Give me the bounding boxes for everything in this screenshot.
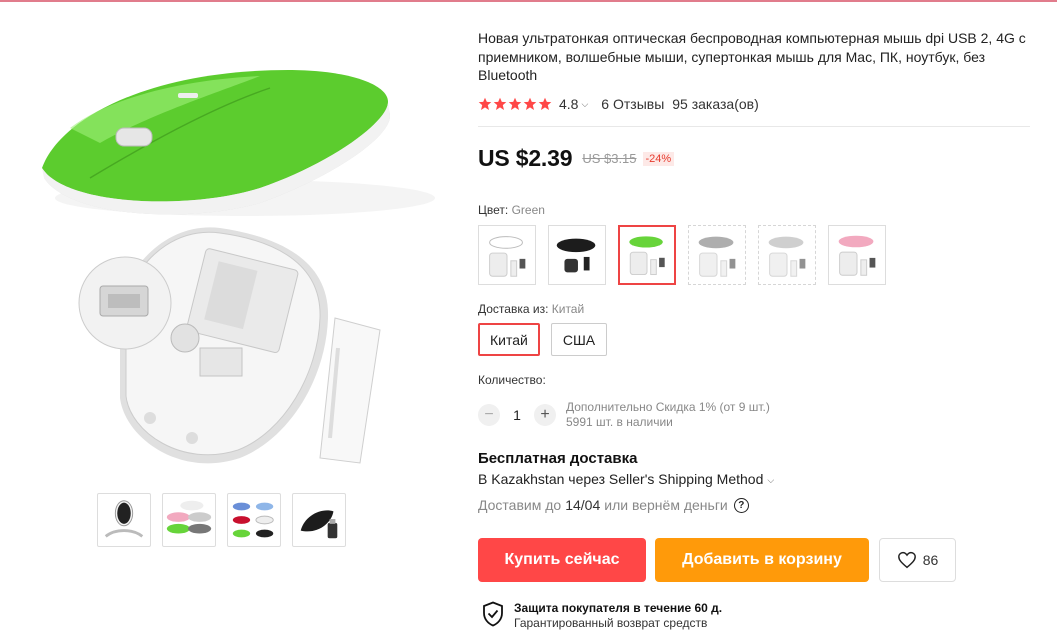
shipping-method-text[interactable]: В Kazakhstan через Seller's Shipping Met… [478,471,763,487]
quantity-stepper: − 1 + Дополнительно Скидка 1% (от 9 шт.)… [478,400,770,429]
rating-value[interactable]: 4.8 [559,96,578,112]
main-product-image[interactable] [30,18,450,488]
bulk-discount-note: Дополнительно Скидка 1% (от 9 шт.) [566,400,770,414]
ship-from-label: Доставка из: Китай [478,302,584,316]
product-info: Новая ультратонкая оптическая беспроводн… [478,29,1038,113]
thumbnail-white-mouse[interactable] [97,493,151,547]
swatch-pink[interactable] [828,225,886,285]
eta-prefix: Доставим до [478,497,562,513]
orders-count: 95 заказа(ов) [672,95,759,112]
swatch-silver[interactable] [758,225,816,285]
wishlist-count: 86 [922,552,939,568]
ship-from-label-text: Доставка из: [478,302,549,316]
chevron-down-icon[interactable]: ⌵ [581,99,588,110]
star-icon [508,97,522,110]
star-icon [493,97,507,110]
decrease-quantity-button[interactable]: − [478,403,500,426]
selected-color-name: Green [511,203,545,217]
add-to-cart-button[interactable]: Добавить в корзину [655,538,869,582]
delivery-estimate: Доставим до 14/04 или вернём деньги ? [478,497,749,513]
buyer-protection-text: Защита покупателя в течение 60 д. Гарант… [514,601,722,631]
quantity-value[interactable]: 1 [500,407,534,423]
buyer-protection: Защита покупателя в течение 60 д. Гарант… [482,601,722,631]
quantity-label: Количество: [478,373,546,387]
old-price: US $3.15 [582,151,637,166]
color-label: Цвет: Green [478,203,545,217]
swatch-gray[interactable] [688,225,746,285]
ship-from-options: Китай США [478,323,608,356]
heart-icon [897,551,916,569]
ship-from-selected: Китай [551,302,585,316]
eta-date: 14/04 [565,497,601,513]
help-icon[interactable]: ? [733,497,749,513]
swatch-green[interactable] [618,225,676,285]
shield-check-icon [483,601,503,627]
shipping-title: Бесплатная доставка [478,450,638,467]
shipping-method-selector[interactable]: В Kazakhstan через Seller's Shipping Met… [478,471,774,487]
chevron-down-icon[interactable]: ⌵ [767,475,774,486]
thumbnail-strip [97,493,346,547]
eta-suffix: или вернём деньги [604,497,728,513]
rating-row: 4.8 ⌵ 6 Отзывы 95 заказа(ов) [478,95,1038,113]
buyer-protection-subtitle: Гарантированный возврат средств [514,616,708,630]
current-price: US $2.39 [478,145,573,171]
star-icon [523,97,537,110]
quantity-info: Дополнительно Скидка 1% (от 9 шт.) 5991 … [566,400,770,429]
color-label-text: Цвет: [478,203,509,217]
buy-now-button[interactable]: Купить сейчас [478,538,646,582]
star-icon [478,97,492,110]
star-icon [538,97,552,110]
ship-from-usa[interactable]: США [550,323,608,356]
reviews-link[interactable]: 6 Отзывы [601,96,664,112]
price-row: US $2.39 US $3.15 -24% [478,145,675,172]
buyer-protection-title: Защита покупателя в течение 60 д. [514,601,723,615]
divider [478,126,1030,127]
thumbnail-color-set[interactable] [162,493,216,547]
wishlist-button[interactable]: 86 [879,538,956,582]
thumbnail-black-mouse-receiver[interactable] [292,493,346,547]
increase-quantity-button[interactable]: + [534,403,556,426]
rating-stars [478,97,552,111]
stock-count: 5991 шт. в наличии [566,414,673,429]
ship-from-china[interactable]: Китай [478,323,540,356]
color-swatches [478,225,886,285]
top-accent-line [0,0,1057,2]
swatch-black[interactable] [548,225,606,285]
discount-badge: -24% [642,151,675,166]
thumbnail-all-colors[interactable] [227,493,281,547]
swatch-white[interactable] [478,225,536,285]
product-title: Новая ультратонкая оптическая беспроводн… [478,30,1026,83]
